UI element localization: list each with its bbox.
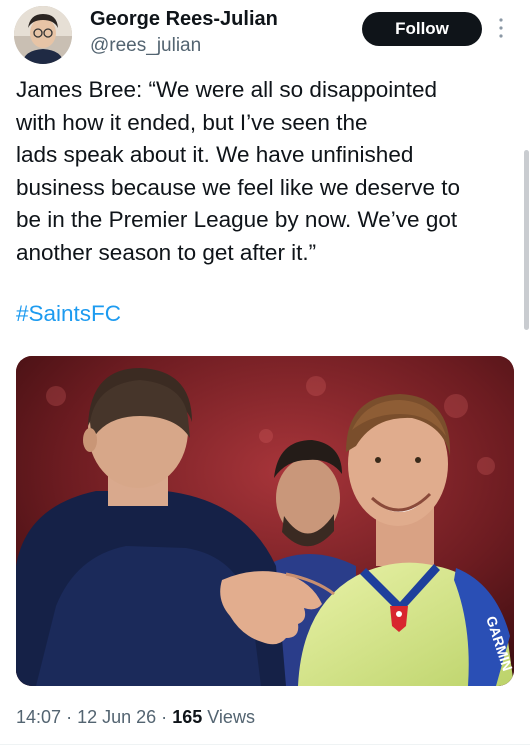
follow-button[interactable]: Follow [362,12,482,46]
tweet-text-line: with how it ended, but I’ve seen the [16,109,368,135]
tweet-text-line: lads speak about it. We have unfinished [16,142,414,168]
author-handle[interactable]: @rees_julian [90,35,201,57]
tweet-media-photo[interactable]: GARMIN [16,356,514,686]
scrollbar[interactable] [524,150,529,330]
tweet-text: James Bree: “We were all so disappointed… [16,74,521,270]
author-display-name[interactable]: George Rees-Julian [90,8,278,31]
meta-separator: · [161,707,168,727]
views-label: Views [207,707,255,727]
hashtag-link[interactable]: #SaintsFC [16,298,121,330]
tweet-date[interactable]: 12 Jun 26 [77,707,156,727]
tweet-text-line: another season to get after it.” [16,239,317,265]
tweet-text-line: be in the Premier League by now. We’ve g… [16,207,458,233]
user-avatar-photo-icon [14,6,72,64]
tweet-text-line: James Bree: “We were all so disappointed [16,77,438,102]
divider [0,744,530,745]
tweet-card: George Rees-Julian @rees_julian Follow J… [0,0,530,750]
more-options-icon[interactable] [496,16,506,40]
author-avatar[interactable] [14,6,72,64]
tweet-meta: 14:07 · 12 Jun 26 · 165 Views [16,707,255,728]
views-count: 165 [172,707,203,727]
tweet-text-line: business because we feel like we deserve… [16,174,461,200]
tweet-time[interactable]: 14:07 [16,707,61,727]
football-players-photo: GARMIN [16,356,514,686]
meta-separator: · [66,707,73,727]
